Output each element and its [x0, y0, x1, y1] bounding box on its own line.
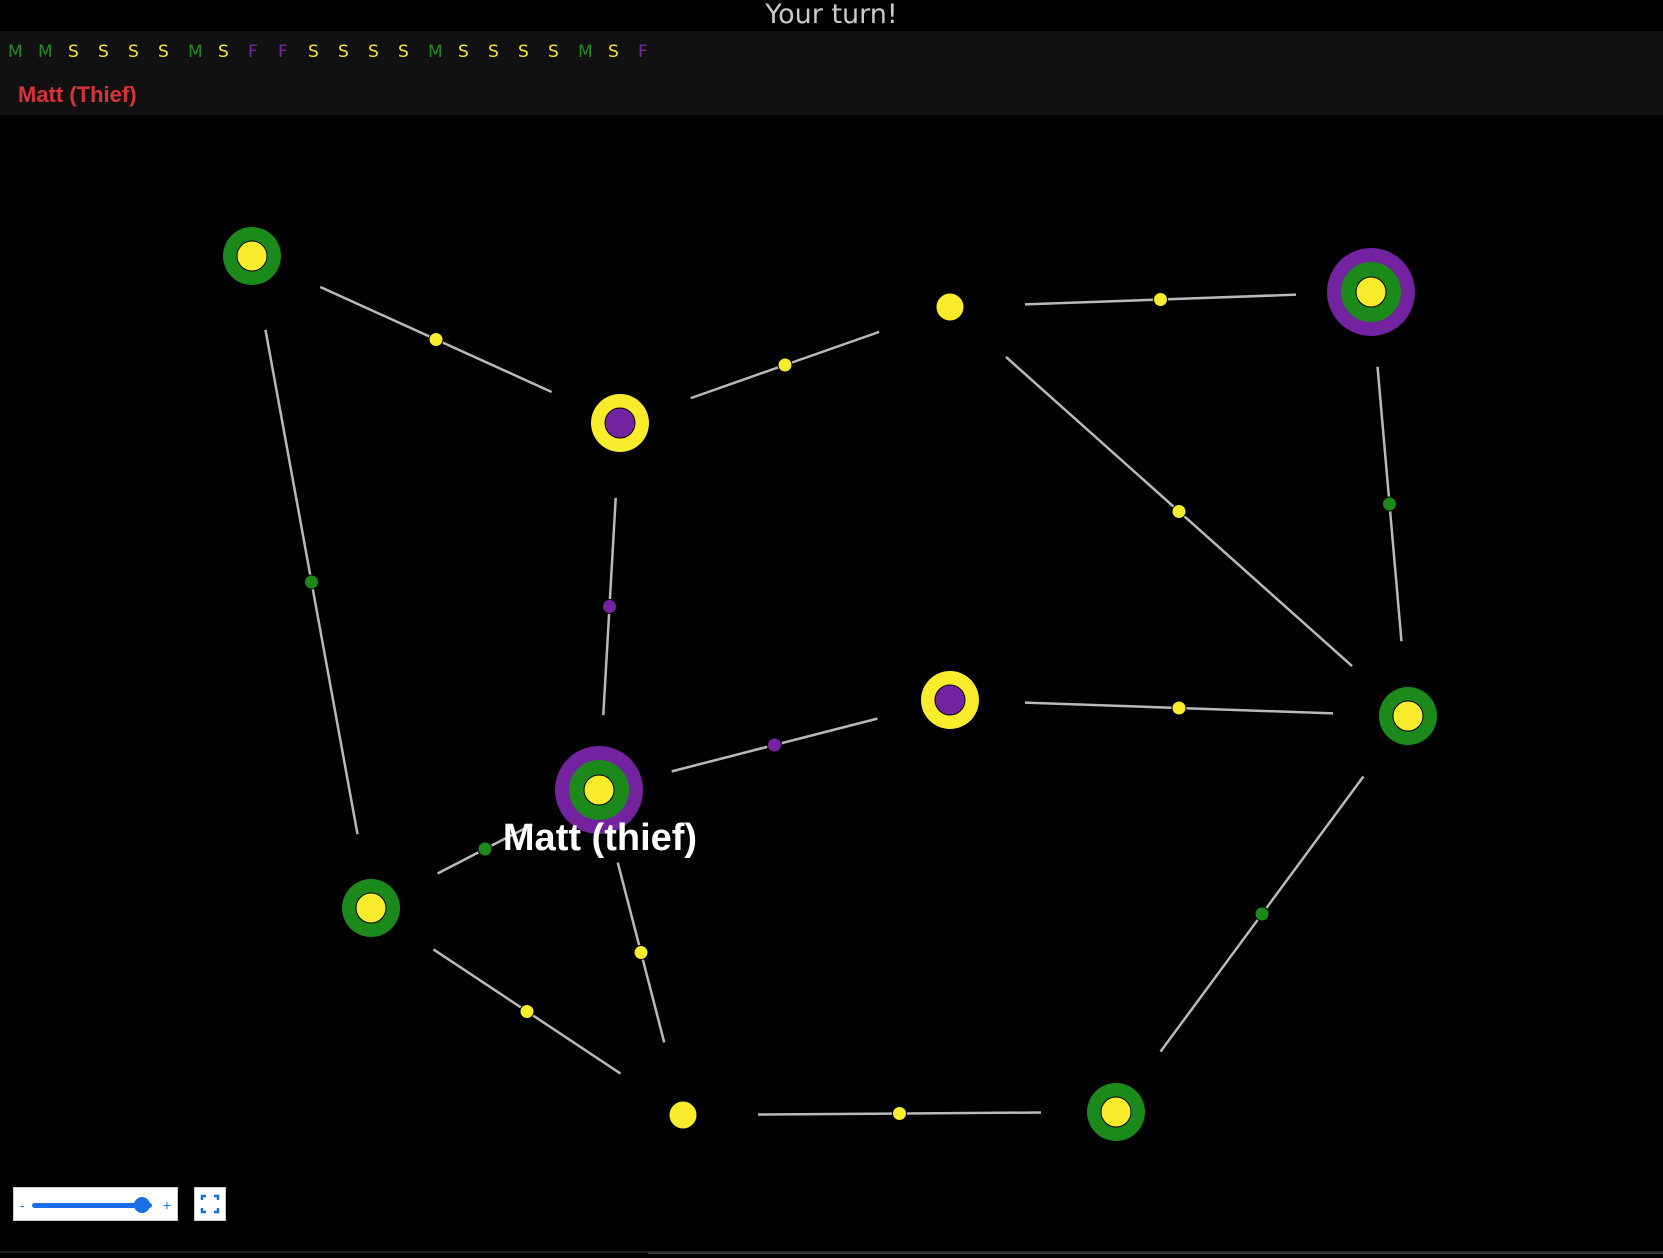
route-marker-yellow[interactable] — [633, 945, 649, 960]
route-marker-green[interactable] — [304, 574, 319, 590]
route-marker-yellow[interactable] — [1153, 292, 1168, 307]
route-marker-yellow[interactable] — [428, 332, 444, 347]
game-board: Matt (thief) — [223, 227, 1437, 1141]
route-marker-purple[interactable] — [602, 599, 617, 614]
node-ring-yellow — [236, 240, 268, 272]
board-node-n6[interactable] — [1379, 687, 1437, 745]
node-ring-yellow — [1100, 1096, 1132, 1128]
zoom-out-button[interactable]: - — [20, 1195, 25, 1215]
bottom-scrollbar[interactable] — [648, 1252, 1663, 1254]
route-marker-yellow[interactable] — [777, 357, 793, 373]
route-marker-yellow[interactable] — [892, 1106, 907, 1121]
node-ring-purple — [604, 407, 636, 439]
node-ring-yellow — [935, 292, 965, 322]
board-node-n2[interactable] — [591, 394, 649, 452]
board-node-n3[interactable] — [935, 292, 965, 322]
route-marker-green[interactable] — [1382, 496, 1397, 512]
zoom-control: - + — [13, 1187, 178, 1221]
zoom-in-button[interactable]: + — [163, 1195, 171, 1215]
board-node-n5[interactable] — [921, 671, 979, 729]
board-node-n4[interactable] — [1327, 248, 1415, 336]
node-ring-yellow — [1392, 700, 1424, 732]
route-marker-green[interactable] — [1254, 906, 1270, 922]
route-marker-yellow[interactable] — [1171, 504, 1187, 519]
route-marker-yellow[interactable] — [519, 1004, 535, 1019]
board-node-n10[interactable] — [1087, 1083, 1145, 1141]
node-ring-yellow — [1355, 276, 1387, 308]
fullscreen-icon — [200, 1194, 220, 1214]
board-node-n9[interactable] — [668, 1100, 698, 1130]
route-marker-yellow[interactable] — [1171, 700, 1187, 716]
node-ring-yellow — [668, 1100, 698, 1130]
node-ring-yellow — [355, 892, 387, 924]
node-ring-yellow — [583, 774, 615, 806]
board-node-n1[interactable] — [223, 227, 281, 285]
route-marker-green[interactable] — [477, 841, 493, 857]
board-node-n8[interactable] — [342, 879, 400, 937]
zoom-slider-thumb[interactable] — [134, 1197, 151, 1213]
node-ring-purple — [934, 684, 966, 716]
route-marker-purple[interactable] — [767, 737, 782, 753]
fullscreen-button[interactable] — [194, 1187, 226, 1221]
board-player-label: Matt (thief) — [503, 817, 697, 859]
